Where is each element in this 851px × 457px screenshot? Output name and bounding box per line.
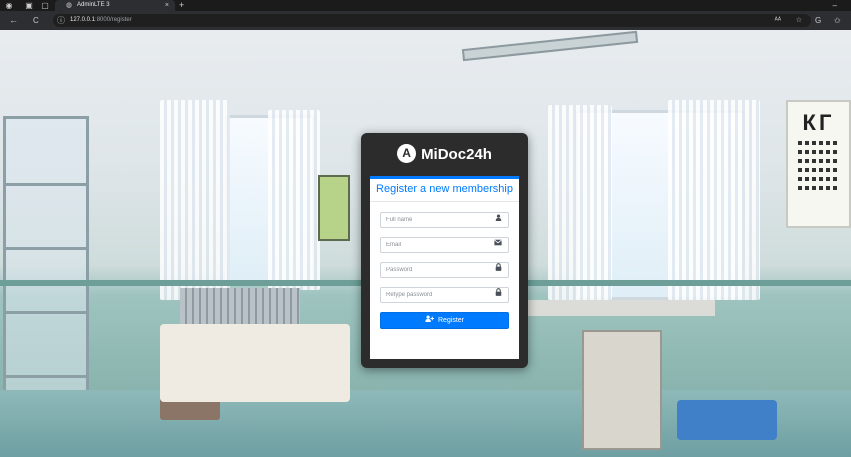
hospital-bed [160,324,350,402]
tab-strip: ◉ ▣ ▢ ◍ AdminLTE 3 × + – [0,0,851,11]
new-tab-button[interactable]: + [179,0,184,11]
register-title: Register a new membership [376,183,513,195]
favorite-star-icon[interactable]: ☆ [796,14,802,27]
curtain-right-2 [668,100,760,300]
password-field [380,262,509,278]
full-name-input[interactable] [381,213,489,227]
address-bar[interactable]: ⓘ 127.0.0.1:8000/register ᴬᴬ ☆ [53,14,811,27]
brand-icon: A [397,144,417,164]
envelope-icon [488,238,508,252]
register-box: A MiDoc24h Register a new membership Ful… [361,133,528,368]
back-icon[interactable]: ← [9,14,18,27]
profile-icon[interactable]: ◉ [4,1,14,10]
extensions-icon[interactable]: G [815,14,821,27]
divider [370,201,519,202]
retype-password-input[interactable] [381,288,489,302]
minimize-button[interactable]: – [833,0,837,11]
eye-chart: КГ [786,100,851,228]
register-button-label: Register [437,317,465,324]
globe-icon: ◍ [66,2,73,9]
navigation-bar: ← C ⓘ 127.0.0.1:8000/register ᴬᴬ ☆ G ✩ [0,11,851,30]
floor-scale [677,400,777,440]
tab-actions-icon[interactable]: ▢ [40,1,50,10]
password-input[interactable] [381,263,489,277]
email-field [380,237,509,253]
curtain-left-2 [268,110,320,290]
url-host: 127.0.0.1 [70,17,96,23]
retype-password-field [380,287,509,303]
close-tab-icon[interactable]: × [165,0,169,11]
read-aloud-icon[interactable]: ᴬᴬ [775,14,781,27]
register-card: Register a new membership Full name Emai… [370,176,519,359]
user-icon [488,213,508,227]
wall-poster [318,175,350,241]
tab-adminlte[interactable]: ◍ AdminLTE 3 × [55,0,175,11]
tab-title: AdminLTE 3 [77,2,110,8]
drawer-cabinet [582,330,662,450]
favorites-icon[interactable]: ✩ [834,14,841,27]
desk [525,300,715,316]
curtain-right [548,105,612,300]
brand-name: MiDoc24h [421,146,492,163]
reload-icon[interactable]: C [33,14,39,27]
lock-icon [488,263,508,277]
ceiling-lamp [461,30,639,62]
curtain-left [160,100,230,300]
user-plus-icon [425,315,436,324]
brand-logo[interactable]: A MiDoc24h [361,143,528,167]
workspaces-icon[interactable]: ▣ [24,1,34,10]
url-text[interactable]: 127.0.0.1:8000/register [70,14,132,27]
browser-chrome: ◉ ▣ ▢ ◍ AdminLTE 3 × + – ← C ⓘ 127.0.0.1… [0,0,851,30]
email-input[interactable] [381,238,489,252]
register-button[interactable]: Register [380,312,509,329]
site-info-icon[interactable]: ⓘ [57,14,65,27]
url-path: :8000/register [95,17,132,23]
full-name-field [380,212,509,228]
lock-icon [488,288,508,302]
